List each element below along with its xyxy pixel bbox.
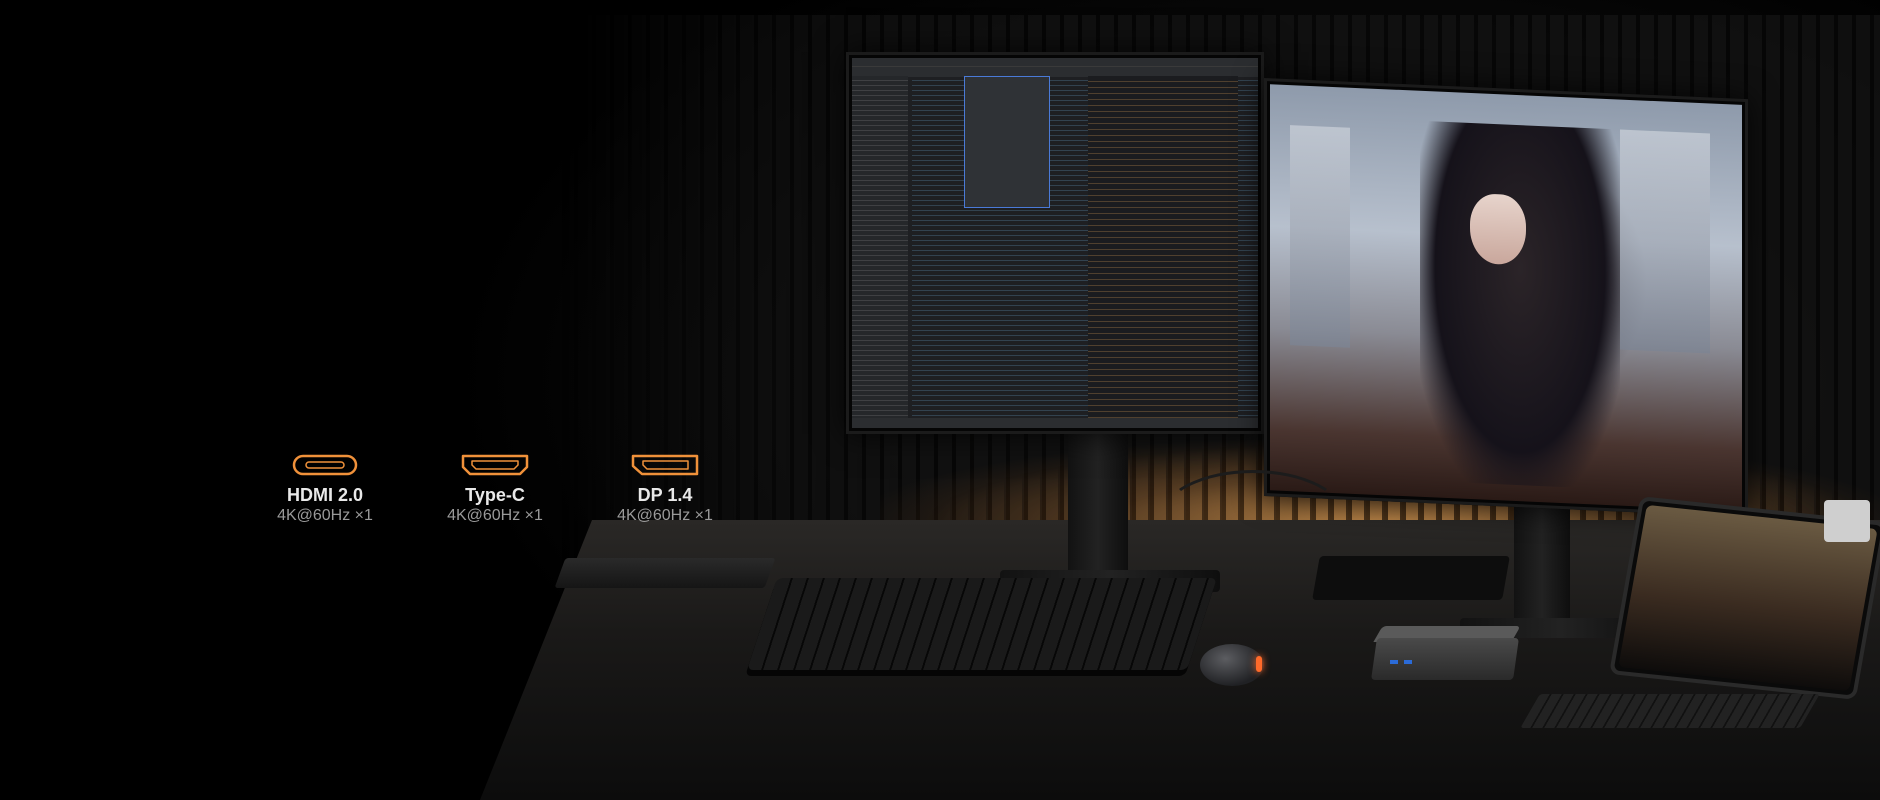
mini-pc [1371,638,1519,680]
monitor-right [1264,78,1748,518]
tablet-keyboard [1520,694,1820,728]
usb-port-icon [1390,660,1398,664]
port-name: HDMI 2.0 [286,485,364,505]
usb-c-port-icon [240,452,410,478]
mouse-led [1256,656,1262,672]
background-castle-tower [1290,125,1350,348]
port-name: Type-C [465,485,525,505]
hdmi-port-icon [410,452,580,478]
port-item-dp: DP 1.4 4K@60Hz ×1 [580,452,750,526]
hero-banner: HDMI 2.0 4K@60Hz ×1 Type-C 4K@60Hz ×1 DP… [0,0,1880,800]
desk-pad [554,558,776,588]
editor-code-pane [1088,76,1238,418]
display-ports-list: HDMI 2.0 4K@60Hz ×1 Type-C 4K@60Hz ×1 DP… [240,452,750,526]
monitor-stand-left [1068,428,1128,578]
hooded-figure [1420,120,1620,490]
code-editor-screen [852,58,1258,428]
wall-outlet [1824,500,1870,542]
monitor-left [846,52,1264,434]
port-spec: 4K@60Hz ×1 [617,507,713,524]
editor-dropdown-menu [964,76,1050,208]
fantasy-artwork-image [1270,84,1742,511]
port-spec: 4K@60Hz ×1 [447,507,543,524]
port-name: DP 1.4 [637,485,693,505]
port-item-hdmi: HDMI 2.0 4K@60Hz ×1 [240,452,410,526]
editor-menubar [852,58,1258,66]
port-spec: 4K@60Hz ×1 [277,507,373,524]
displayport-port-icon [580,452,750,478]
port-item-type-c: Type-C 4K@60Hz ×1 [410,452,580,526]
background-castle-tower [1620,129,1710,354]
gaming-mouse [1200,644,1264,686]
editor-file-tree [852,76,908,418]
monitor-cable [1160,470,1346,566]
power-strip [1312,556,1510,600]
usb-port-icon [1404,660,1412,664]
editor-statusbar [852,418,1258,428]
mechanical-keyboard [747,578,1217,670]
